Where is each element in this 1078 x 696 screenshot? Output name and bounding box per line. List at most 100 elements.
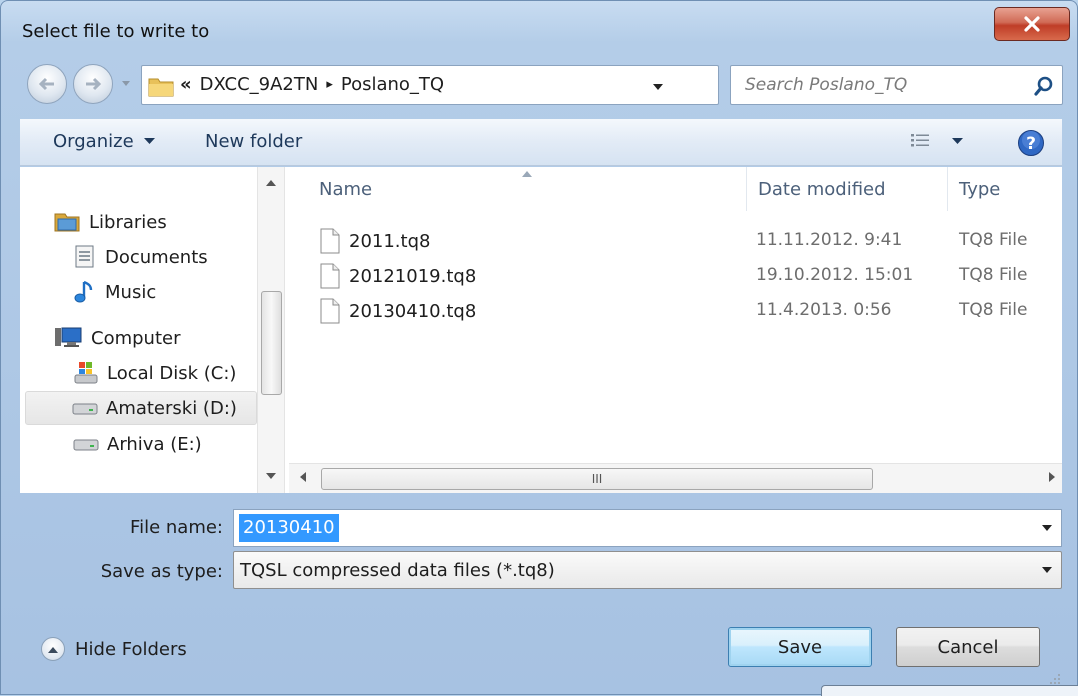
nav-item-label: Music <box>105 281 157 303</box>
breadcrumb: « DXCC_9A2TN ▸ Poslano_TQ <box>180 74 444 95</box>
scroll-left-icon[interactable] <box>299 472 306 482</box>
scrollbar-thumb[interactable] <box>261 291 282 395</box>
address-bar[interactable]: « DXCC_9A2TN ▸ Poslano_TQ <box>141 65 848 105</box>
close-button[interactable] <box>994 7 1070 41</box>
nav-item-label: Libraries <box>89 211 167 233</box>
breadcrumb-separator-icon[interactable]: ▸ <box>326 77 333 92</box>
background-window-edge <box>821 685 1078 696</box>
collapse-icon <box>41 637 65 661</box>
scrollbar-grip: III <box>591 472 603 486</box>
save-dialog: Select file to write to « DXCC_9A2TN ▸ P… <box>0 0 1078 696</box>
drive-icon <box>72 403 98 415</box>
cancel-button[interactable]: Cancel <box>896 627 1040 667</box>
command-toolbar: Organize New folder ? <box>20 119 1062 166</box>
browser-area: Libraries Documents Music Computer Local… <box>20 167 1062 493</box>
resize-grip-icon[interactable] <box>1047 671 1061 685</box>
breadcrumb-item[interactable]: Poslano_TQ <box>341 74 444 95</box>
file-name-field[interactable]: 20130410 <box>233 509 1062 547</box>
nav-item-music[interactable]: Music <box>73 275 156 309</box>
file-name-cell: 2011.tq8 <box>319 228 430 254</box>
file-name: 2011.tq8 <box>349 230 431 252</box>
details-view-icon <box>911 134 929 147</box>
file-name: 20121019.tq8 <box>349 265 477 287</box>
back-button[interactable] <box>27 64 67 104</box>
arrow-left-icon <box>38 77 54 91</box>
drive-icon <box>73 439 99 451</box>
chevron-down-icon <box>143 138 155 144</box>
scroll-down-icon[interactable] <box>266 473 276 480</box>
nav-item-label: Amaterski (D:) <box>106 397 237 419</box>
chevron-down-icon[interactable] <box>1041 524 1053 532</box>
music-icon <box>74 280 93 303</box>
forward-button[interactable] <box>73 64 113 104</box>
chevron-down-icon <box>952 137 963 144</box>
nav-item-label: Computer <box>91 327 181 349</box>
nav-item-label: Local Disk (C:) <box>107 362 237 384</box>
new-folder-label: New folder <box>205 131 303 152</box>
file-name-value[interactable]: 20130410 <box>239 514 339 542</box>
title-bar: Select file to write to <box>1 1 1077 61</box>
nav-item-computer[interactable]: Computer <box>53 321 180 355</box>
help-icon[interactable]: ? <box>1017 129 1045 157</box>
navigation-scrollbar[interactable] <box>257 167 285 493</box>
column-divider[interactable] <box>746 167 747 211</box>
close-icon <box>1024 16 1040 32</box>
scroll-up-icon[interactable] <box>266 179 276 186</box>
file-name-label: File name: <box>130 517 223 538</box>
date-modified: 19.10.2012. 15:01 <box>756 265 914 285</box>
hide-folders-button[interactable]: Hide Folders <box>41 637 187 661</box>
organize-label: Organize <box>53 131 134 152</box>
chevron-down-icon <box>1042 567 1052 573</box>
save-as-type-label: Save as type: <box>100 561 223 582</box>
svg-text:?: ? <box>1026 134 1036 154</box>
date-modified: 11.11.2012. 9:41 <box>756 230 903 250</box>
search-input[interactable] <box>743 74 1023 96</box>
search-icon[interactable] <box>1033 75 1055 97</box>
computer-icon <box>55 327 82 347</box>
recent-locations-dropdown-icon[interactable] <box>121 80 131 88</box>
column-divider[interactable] <box>947 167 948 211</box>
file-icon <box>320 228 340 254</box>
date-modified: 11.4.2013. 0:56 <box>756 300 892 320</box>
hide-folders-label: Hide Folders <box>75 638 187 660</box>
file-name-cell: 20130410.tq8 <box>319 298 476 324</box>
table-row[interactable]: 2011.tq8 11.11.2012. 9:41 TQ8 File <box>289 222 1062 256</box>
breadcrumb-overflow[interactable]: « <box>180 74 192 95</box>
file-type: TQ8 File <box>959 265 1028 285</box>
address-dropdown-icon[interactable] <box>652 83 664 91</box>
file-type: TQ8 File <box>959 300 1028 320</box>
nav-item-label: Arhiva (E:) <box>107 433 202 455</box>
file-name-cell: 20121019.tq8 <box>319 263 476 289</box>
column-header-name[interactable]: Name <box>319 179 372 200</box>
search-box[interactable] <box>730 65 1063 105</box>
column-header-date[interactable]: Date modified <box>758 179 886 200</box>
scroll-right-icon[interactable] <box>1049 472 1056 482</box>
nav-item-libraries[interactable]: Libraries <box>53 205 167 239</box>
breadcrumb-item[interactable]: DXCC_9A2TN <box>200 74 319 95</box>
file-icon <box>320 263 340 289</box>
change-view-button[interactable] <box>910 133 963 149</box>
column-header-type[interactable]: Type <box>959 179 1000 200</box>
save-button[interactable]: Save <box>728 627 872 667</box>
table-row[interactable]: 20130410.tq8 11.4.2013. 0:56 TQ8 File <box>289 292 1062 326</box>
arrow-right-icon <box>86 77 102 91</box>
nav-item-amaterski-d[interactable]: Amaterski (D:) <box>25 391 257 425</box>
save-as-type-select[interactable]: TQSL compressed data files (*.tq8) <box>233 551 1062 589</box>
file-type: TQ8 File <box>959 230 1028 250</box>
file-name: 20130410.tq8 <box>349 300 477 322</box>
file-list-horizontal-scrollbar[interactable]: III <box>289 463 1062 493</box>
table-row[interactable]: 20121019.tq8 19.10.2012. 15:01 TQ8 File <box>289 257 1062 291</box>
scrollbar-thumb[interactable]: III <box>321 468 873 490</box>
sort-ascending-icon <box>522 171 532 177</box>
documents-icon <box>75 245 94 268</box>
system-drive-icon <box>74 362 98 384</box>
file-list: Name Date modified Type 2011.tq8 11.11.2… <box>289 167 1062 493</box>
nav-item-documents[interactable]: Documents <box>73 240 208 274</box>
libraries-icon <box>54 213 80 232</box>
organize-menu[interactable]: Organize <box>53 131 155 152</box>
navigation-pane[interactable]: Libraries Documents Music Computer Local… <box>20 167 270 493</box>
nav-item-arhiva-e[interactable]: Arhiva (E:) <box>73 427 202 461</box>
new-folder-button[interactable]: New folder <box>205 131 302 152</box>
dialog-title: Select file to write to <box>22 21 210 42</box>
nav-item-local-disk-c[interactable]: Local Disk (C:) <box>73 356 236 390</box>
